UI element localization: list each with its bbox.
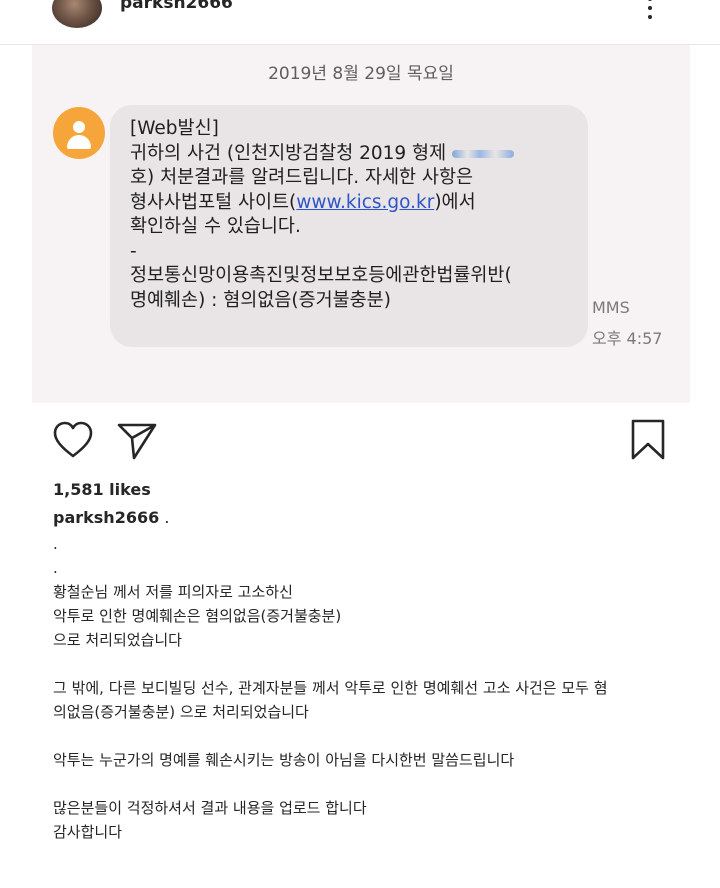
send-icon[interactable]: [115, 418, 159, 462]
header-username[interactable]: parksh2666: [120, 0, 233, 13]
post-image: 2019년 8월 29일 목요일 [Web발신] 귀하의 사건 (인천지방검찰청…: [32, 45, 690, 403]
bubble-line: [Web발신]: [130, 118, 219, 139]
like-count[interactable]: 1,581 likes: [53, 480, 151, 499]
mms-time: 오후 4:57: [592, 329, 663, 348]
caption-line: .: [53, 535, 58, 553]
heart-icon[interactable]: [51, 418, 95, 462]
caption-line: 감사합니다: [53, 823, 123, 841]
caption-text: . . 황철순님 께서 저를 피의자로 고소하신 악투로 인한 명예훼손은 혐의…: [53, 532, 693, 844]
kics-link: www.kics.go.kr: [296, 191, 435, 213]
caption-line: 그 밖에, 다른 보디빌딩 선수, 관계자분들 께서 악투로 인한 명예훼선 고…: [53, 679, 608, 697]
mms-label: MMS: [592, 298, 630, 317]
post-header: parksh2666: [0, 0, 720, 45]
action-bar: [0, 418, 720, 462]
bubble-line: 호) 처분결과를 알려드립니다. 자세한 사항은: [130, 167, 473, 188]
person-icon: [53, 107, 105, 159]
message-date: 2019년 8월 29일 목요일: [268, 64, 454, 84]
caption-line: 으로 처리되었습니다: [53, 631, 182, 649]
message-bubble: [Web발신] 귀하의 사건 (인천지방검찰청 2019 형제 호) 처분결과를…: [110, 105, 588, 347]
caption-line: 황철순님 께서 저를 피의자로 고소하신: [53, 583, 293, 601]
more-icon[interactable]: [642, 0, 658, 22]
caption-head: parksh2666 .: [53, 508, 169, 527]
bubble-line: -: [130, 240, 137, 262]
caption-line: 많은분들이 걱정하셔서 결과 내용을 업로드 합니다: [53, 799, 367, 817]
bubble-line: 확인하실 수 있습니다.: [130, 216, 301, 237]
caption-line: 의없음(증거불충분) 으로 처리되었습니다: [53, 703, 309, 721]
bubble-line: 귀하의 사건 (인천지방검찰청 2019 형제: [130, 142, 568, 167]
bubble-line: 명예훼손) : 혐의없음(증거불충분): [130, 289, 391, 311]
bubble-line: 형사사법포털 사이트(www.kics.go.kr)에서: [130, 191, 476, 213]
bookmark-icon[interactable]: [626, 418, 670, 462]
caption-username[interactable]: parksh2666: [53, 508, 159, 527]
caption-suffix: .: [159, 508, 170, 527]
caption-line: 악투는 누군가의 명예를 훼손시키는 방송이 아님을 다시한번 말씀드립니다: [53, 751, 515, 769]
caption-line: 악투로 인한 명예훼손은 혐의없음(증거불충분): [53, 607, 342, 625]
avatar[interactable]: [52, 0, 102, 28]
bubble-line: 정보통신망이용촉진및정보보호등에관한법률위반(: [130, 265, 512, 286]
caption-line: .: [53, 559, 58, 577]
